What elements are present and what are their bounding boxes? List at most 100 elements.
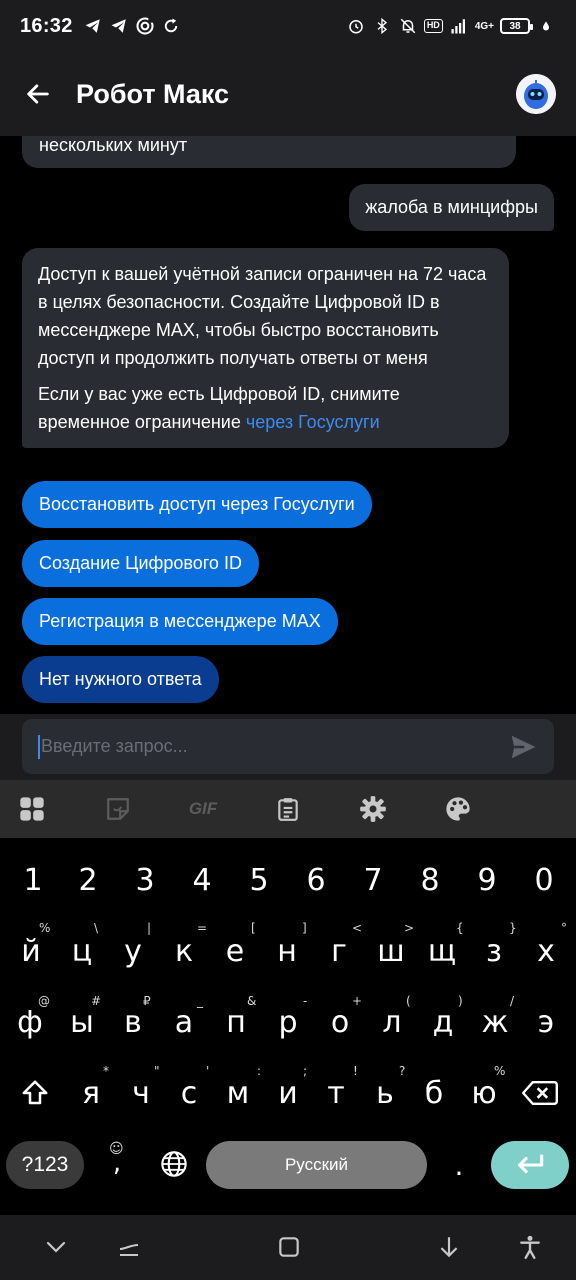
message-input[interactable]: [41, 736, 506, 757]
enter-key[interactable]: [491, 1141, 569, 1189]
key-щ[interactable]: щ: [423, 930, 461, 972]
key-д[interactable]: д: [423, 1001, 463, 1043]
key-с[interactable]: с: [169, 1072, 209, 1114]
status-system-icons: HD 4G+ 38: [346, 16, 556, 36]
key-3[interactable]: 3: [125, 860, 165, 900]
shift-key[interactable]: [14, 1072, 56, 1114]
key-е[interactable]: е: [216, 930, 254, 972]
bot-message-partial: нескольких минут: [22, 136, 516, 168]
symbols-mode-key[interactable]: ?123: [6, 1141, 84, 1189]
key-б[interactable]: б: [414, 1072, 454, 1114]
charging-drop-icon: [536, 16, 556, 36]
key-т[interactable]: т: [316, 1072, 356, 1114]
back-nav-button[interactable]: [434, 1232, 464, 1262]
recents-icon: [119, 1244, 139, 1256]
composer: [0, 714, 576, 780]
backspace-key[interactable]: [518, 1072, 562, 1114]
key-э[interactable]: э: [526, 1001, 566, 1043]
key-0[interactable]: 0: [524, 860, 564, 900]
arrow-left-icon: [27, 84, 49, 104]
key-в[interactable]: в: [113, 1001, 153, 1043]
language-key[interactable]: [158, 1144, 190, 1184]
key-я[interactable]: я: [71, 1072, 111, 1114]
period-key[interactable]: .: [443, 1141, 475, 1189]
key-ф[interactable]: ф: [10, 1001, 50, 1043]
recents-button[interactable]: [114, 1232, 144, 1262]
key-н[interactable]: н: [268, 930, 306, 972]
gosuslugi-link[interactable]: через Госуслуги: [246, 412, 380, 432]
chat-title: Робот Макс: [76, 78, 230, 109]
key-2[interactable]: 2: [68, 860, 108, 900]
sticker-icon[interactable]: [103, 794, 133, 824]
back-nav-icon: [440, 1237, 458, 1258]
bot-message: Доступ к вашей учётной записи ограничен …: [22, 248, 509, 448]
key-ж[interactable]: ж: [475, 1001, 515, 1043]
key-5[interactable]: 5: [239, 860, 279, 900]
spiral-app-icon: [135, 16, 155, 36]
key-к[interactable]: к: [165, 930, 203, 972]
key-р[interactable]: р: [268, 1001, 308, 1043]
clipboard-icon[interactable]: [273, 794, 303, 824]
shift-icon: [22, 1080, 48, 1105]
telegram-icon: [83, 16, 103, 36]
enter-icon: [518, 1154, 544, 1174]
message-input-container[interactable]: [22, 719, 554, 774]
quick-reply-register-max[interactable]: Регистрация в мессенджере MAX: [22, 598, 338, 645]
accessibility-icon: [520, 1235, 540, 1260]
key-7[interactable]: 7: [353, 860, 393, 900]
globe-icon: [161, 1151, 187, 1177]
system-navigation-bar: [0, 1215, 576, 1280]
space-key[interactable]: Русский: [206, 1141, 427, 1189]
quick-reply-no-answer[interactable]: Нет нужного ответа: [22, 656, 219, 703]
key-ч[interactable]: ч: [121, 1072, 161, 1114]
chat-header: Робот Макс: [0, 52, 576, 136]
key-4[interactable]: 4: [182, 860, 222, 900]
mute-icon: [398, 16, 418, 36]
key-л[interactable]: л: [372, 1001, 412, 1043]
key-8[interactable]: 8: [410, 860, 450, 900]
back-button[interactable]: [20, 76, 56, 112]
key-з[interactable]: з: [475, 930, 513, 972]
hd-voice-badge: HD: [423, 19, 443, 33]
key-у[interactable]: у: [114, 930, 152, 972]
home-icon: [279, 1237, 299, 1257]
key-9[interactable]: 9: [467, 860, 507, 900]
status-notification-icons: [83, 16, 181, 36]
key-ы[interactable]: ы: [62, 1001, 102, 1043]
key-а[interactable]: а: [164, 1001, 204, 1043]
key-п[interactable]: п: [216, 1001, 256, 1043]
backspace-icon: [522, 1081, 558, 1105]
apps-grid-icon[interactable]: [17, 794, 47, 824]
key-ь[interactable]: ь: [365, 1072, 405, 1114]
key-ц[interactable]: ц: [63, 930, 101, 972]
key-о[interactable]: о: [320, 1001, 360, 1043]
telegram-icon: [109, 16, 129, 36]
send-button[interactable]: [506, 730, 540, 764]
quick-reply-restore-access[interactable]: Восстановить доступ через Госуслуги: [22, 481, 372, 528]
chat-messages[interactable]: нескольких минут жалоба в минцифры Досту…: [0, 136, 576, 714]
sync-icon: [161, 16, 181, 36]
keyboard-toolbar: GIF: [0, 780, 576, 838]
key-г[interactable]: г: [320, 930, 358, 972]
key-ю[interactable]: ю: [464, 1072, 504, 1114]
bluetooth-icon: [372, 16, 392, 36]
network-type: 4G+: [474, 20, 494, 32]
key-м[interactable]: м: [218, 1072, 258, 1114]
gif-icon[interactable]: GIF: [186, 794, 220, 824]
text-caret: [38, 734, 40, 759]
hide-keyboard-button[interactable]: [41, 1232, 71, 1262]
key-й[interactable]: й: [12, 930, 50, 972]
status-bar: 16:32 HD 4G+ 38: [0, 0, 576, 52]
quick-reply-create-digital-id[interactable]: Создание Цифрового ID: [22, 540, 259, 587]
key-ш[interactable]: ш: [372, 930, 410, 972]
bot-avatar[interactable]: [516, 74, 556, 114]
key-6[interactable]: 6: [296, 860, 336, 900]
emoji-icon: ☺: [109, 1141, 124, 1157]
key-1[interactable]: 1: [13, 860, 53, 900]
settings-gear-icon[interactable]: [358, 794, 388, 824]
key-х[interactable]: х: [527, 930, 565, 972]
home-button[interactable]: [274, 1232, 304, 1262]
key-и[interactable]: и: [268, 1072, 308, 1114]
accessibility-button[interactable]: [515, 1232, 545, 1262]
palette-icon[interactable]: [443, 794, 473, 824]
